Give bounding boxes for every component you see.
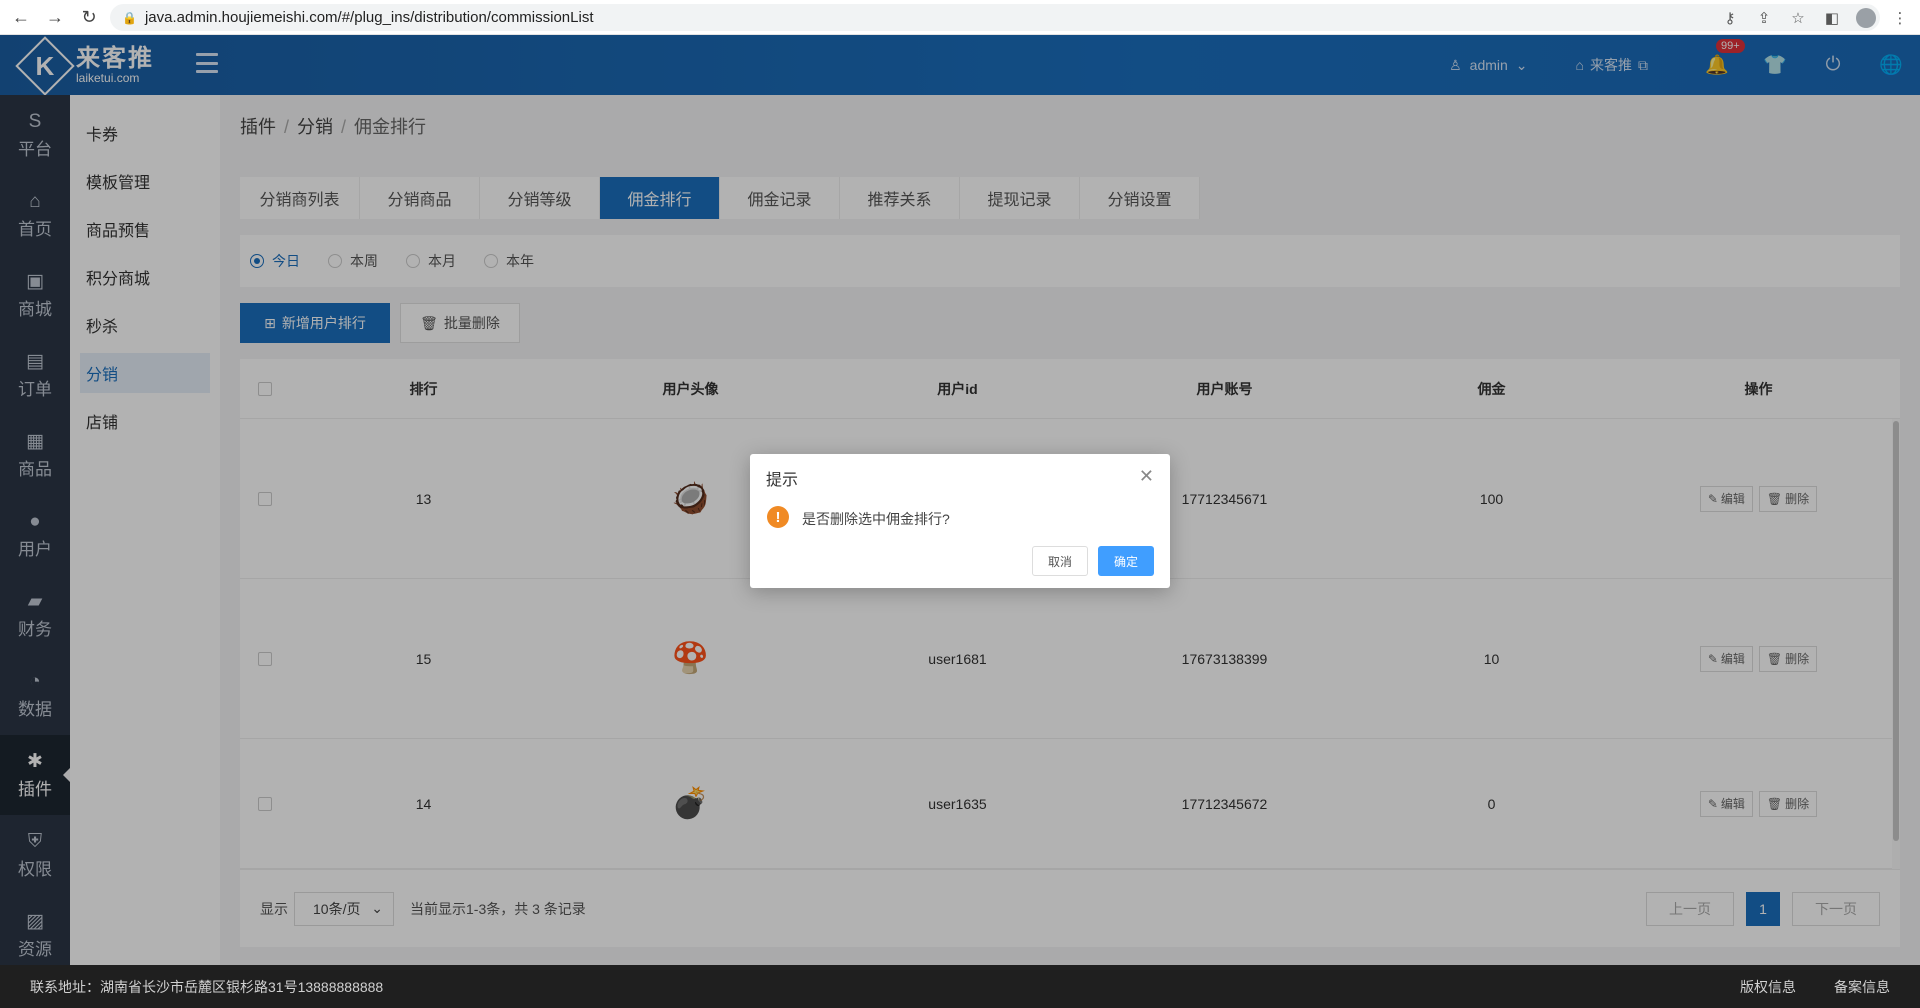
footer-address: 联系地址：湖南省长沙市岳麓区银杉路31号13888888888	[30, 978, 384, 995]
lock-icon: 🔒	[122, 10, 137, 25]
dialog-title: 提示	[766, 472, 799, 489]
forward-icon[interactable]: →	[42, 4, 68, 30]
profile-icon[interactable]	[1856, 7, 1876, 28]
address-bar[interactable]: 🔒 java.admin.houjiemeishi.com/#/plug_ins…	[110, 4, 1880, 31]
cancel-button[interactable]: 取消	[1032, 546, 1088, 576]
copyright-link[interactable]: 版权信息	[1740, 977, 1796, 997]
share-icon[interactable]: ⇪	[1754, 9, 1774, 27]
back-icon[interactable]: ←	[8, 4, 34, 30]
dialog-message: 是否删除选中佣金排行?	[802, 511, 950, 527]
url-text: java.admin.houjiemeishi.com/#/plug_ins/d…	[144, 9, 594, 26]
record-link[interactable]: 备案信息	[1834, 977, 1890, 997]
confirm-dialog: 提示 ✕ ! 是否删除选中佣金排行? 取消 确定	[750, 454, 1170, 588]
sidepanel-icon[interactable]: ◧	[1822, 9, 1842, 27]
footer: 联系地址：湖南省长沙市岳麓区银杉路31号13888888888 版权信息 备案信…	[0, 965, 1920, 1008]
browser-toolbar: ← → ↻ 🔒 java.admin.houjiemeishi.com/#/pl…	[0, 0, 1920, 35]
menu-icon[interactable]: ⋮	[1890, 9, 1910, 27]
star-icon[interactable]: ☆	[1788, 9, 1808, 27]
confirm-button[interactable]: 确定	[1098, 546, 1154, 576]
key-icon[interactable]: ⚷	[1720, 9, 1740, 27]
warning-icon: !	[767, 506, 789, 528]
close-icon[interactable]: ✕	[1139, 466, 1154, 487]
reload-icon[interactable]: ↻	[76, 4, 102, 30]
